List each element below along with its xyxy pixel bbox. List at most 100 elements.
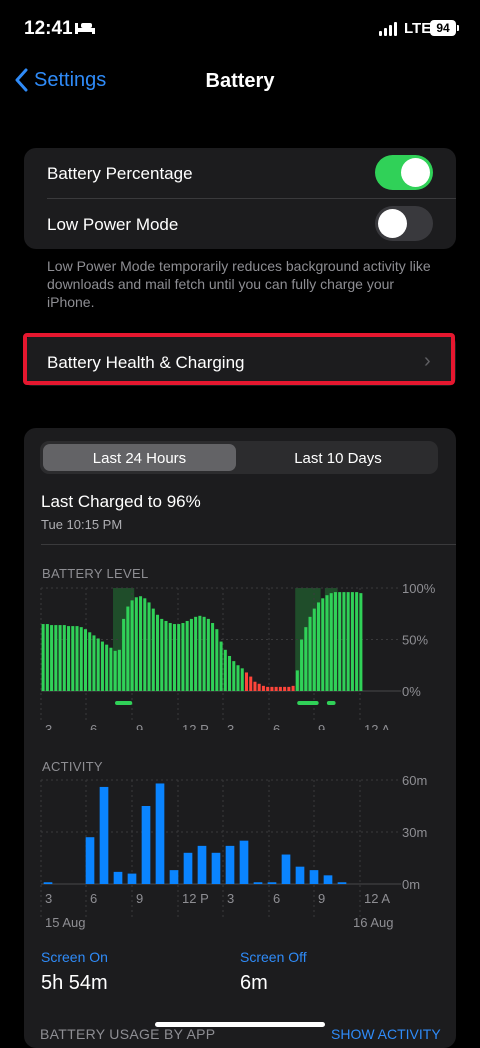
battery-bar [58, 625, 62, 691]
tab-last-10-days[interactable]: Last 10 Days [240, 450, 436, 467]
x-tick-label: 9 [318, 891, 325, 906]
activity-bar [85, 837, 95, 884]
battery-bar [211, 623, 215, 691]
battery-bar [134, 597, 138, 691]
y-tick-label: 60m [402, 773, 427, 788]
battery-bar [160, 618, 164, 691]
x-tick-label: 3 [227, 891, 234, 906]
low-power-mode-label: Low Power Mode [47, 215, 179, 234]
battery-bar [287, 686, 291, 691]
x-tick-label: 9 [136, 722, 143, 730]
x-tick-label: 6 [273, 891, 280, 906]
activity-bar [43, 882, 53, 884]
battery-bar [181, 623, 185, 691]
battery-bar [295, 670, 299, 691]
battery-bar [244, 672, 249, 691]
battery-bar [113, 650, 117, 691]
x-tick-label: 12 P [182, 722, 209, 730]
battery-bar [329, 593, 333, 691]
battery-bar [50, 625, 54, 691]
x-tick-label: 3 [45, 891, 52, 906]
usage-by-app-header: BATTERY USAGE BY APP [40, 1026, 216, 1042]
date-label: 15 Aug [45, 915, 86, 930]
battery-bar [100, 641, 104, 691]
battery-bar [41, 624, 45, 691]
battery-bar [172, 624, 176, 691]
battery-bar [105, 644, 109, 691]
battery-percentage-toggle[interactable] [375, 155, 433, 190]
x-tick-label: 3 [45, 722, 52, 730]
network-type: LTE [404, 20, 432, 37]
activity-bar [155, 783, 165, 884]
battery-bar [88, 632, 92, 691]
tab-last-24-hours[interactable]: Last 24 Hours [43, 450, 236, 467]
x-tick-label: 3 [227, 722, 234, 730]
screen-off-value: 6m [240, 972, 268, 994]
battery-bar [304, 627, 308, 691]
screen-on-label: Screen On [41, 949, 108, 965]
battery-bar [147, 602, 151, 691]
battery-bar [117, 649, 121, 691]
activity-bar [295, 866, 305, 884]
activity-bar [267, 882, 277, 884]
highlight-box [23, 333, 455, 385]
back-label: Settings [34, 68, 107, 91]
y-tick-label: 50% [402, 633, 428, 648]
y-tick-label: 100% [402, 581, 436, 596]
battery-bar [359, 593, 363, 691]
battery-icon: 94 [430, 20, 456, 36]
battery-bar [45, 624, 49, 691]
battery-bar [126, 606, 130, 691]
battery-bar [79, 627, 83, 691]
low-power-note: Low Power Mode temporarily reduces backg… [47, 258, 431, 310]
battery-bar [338, 592, 342, 691]
activity-bar [197, 845, 207, 884]
battery-bar [232, 661, 236, 691]
battery-bar [109, 647, 113, 691]
battery-bar [249, 676, 253, 691]
x-tick-label: 9 [318, 722, 325, 730]
battery-bar [291, 685, 295, 691]
battery-percentage-label: Battery Percentage [47, 164, 193, 183]
battery-level-chart: 100% 50% 0% 3 6 9 12 P 3 6 9 12 A [40, 581, 436, 730]
battery-bar [350, 592, 354, 691]
x-tick-label: 12 A [364, 722, 390, 730]
date-label: 16 Aug [353, 915, 394, 930]
battery-bar [185, 620, 189, 691]
battery-level-title: BATTERY LEVEL [42, 566, 149, 581]
activity-bar [323, 875, 333, 884]
battery-cap [457, 25, 459, 31]
battery-bar [62, 625, 66, 691]
battery-bar [139, 596, 143, 691]
battery-bar [155, 614, 160, 691]
battery-bar [223, 649, 227, 691]
low-power-mode-toggle[interactable] [375, 206, 433, 241]
battery-bar [130, 600, 134, 691]
battery-bar [342, 592, 346, 691]
battery-bar [300, 639, 304, 691]
activity-bar [309, 870, 319, 884]
activity-bar [281, 854, 291, 884]
battery-bar [189, 618, 193, 691]
battery-bar [143, 598, 147, 691]
back-button[interactable]: Settings [14, 68, 106, 92]
status-time: 12:41 [24, 18, 73, 39]
charging-marker [297, 701, 319, 705]
battery-bar [278, 686, 282, 691]
y-tick-label: 0% [402, 684, 421, 699]
last-charged-time: Tue 10:15 PM [41, 517, 123, 532]
card-divider [41, 544, 456, 545]
activity-bar [337, 882, 347, 884]
battery-bar [164, 620, 168, 691]
battery-bar [54, 625, 58, 691]
bed-icon [75, 23, 95, 34]
activity-bar [183, 852, 193, 884]
x-tick-label: 6 [273, 722, 280, 730]
battery-bar [67, 626, 71, 691]
row-divider [47, 198, 456, 199]
battery-bar [219, 641, 223, 691]
battery-bar [257, 683, 261, 691]
show-activity-link[interactable]: SHOW ACTIVITY [331, 1026, 441, 1042]
activity-bar [169, 870, 179, 884]
battery-bar [151, 608, 155, 691]
